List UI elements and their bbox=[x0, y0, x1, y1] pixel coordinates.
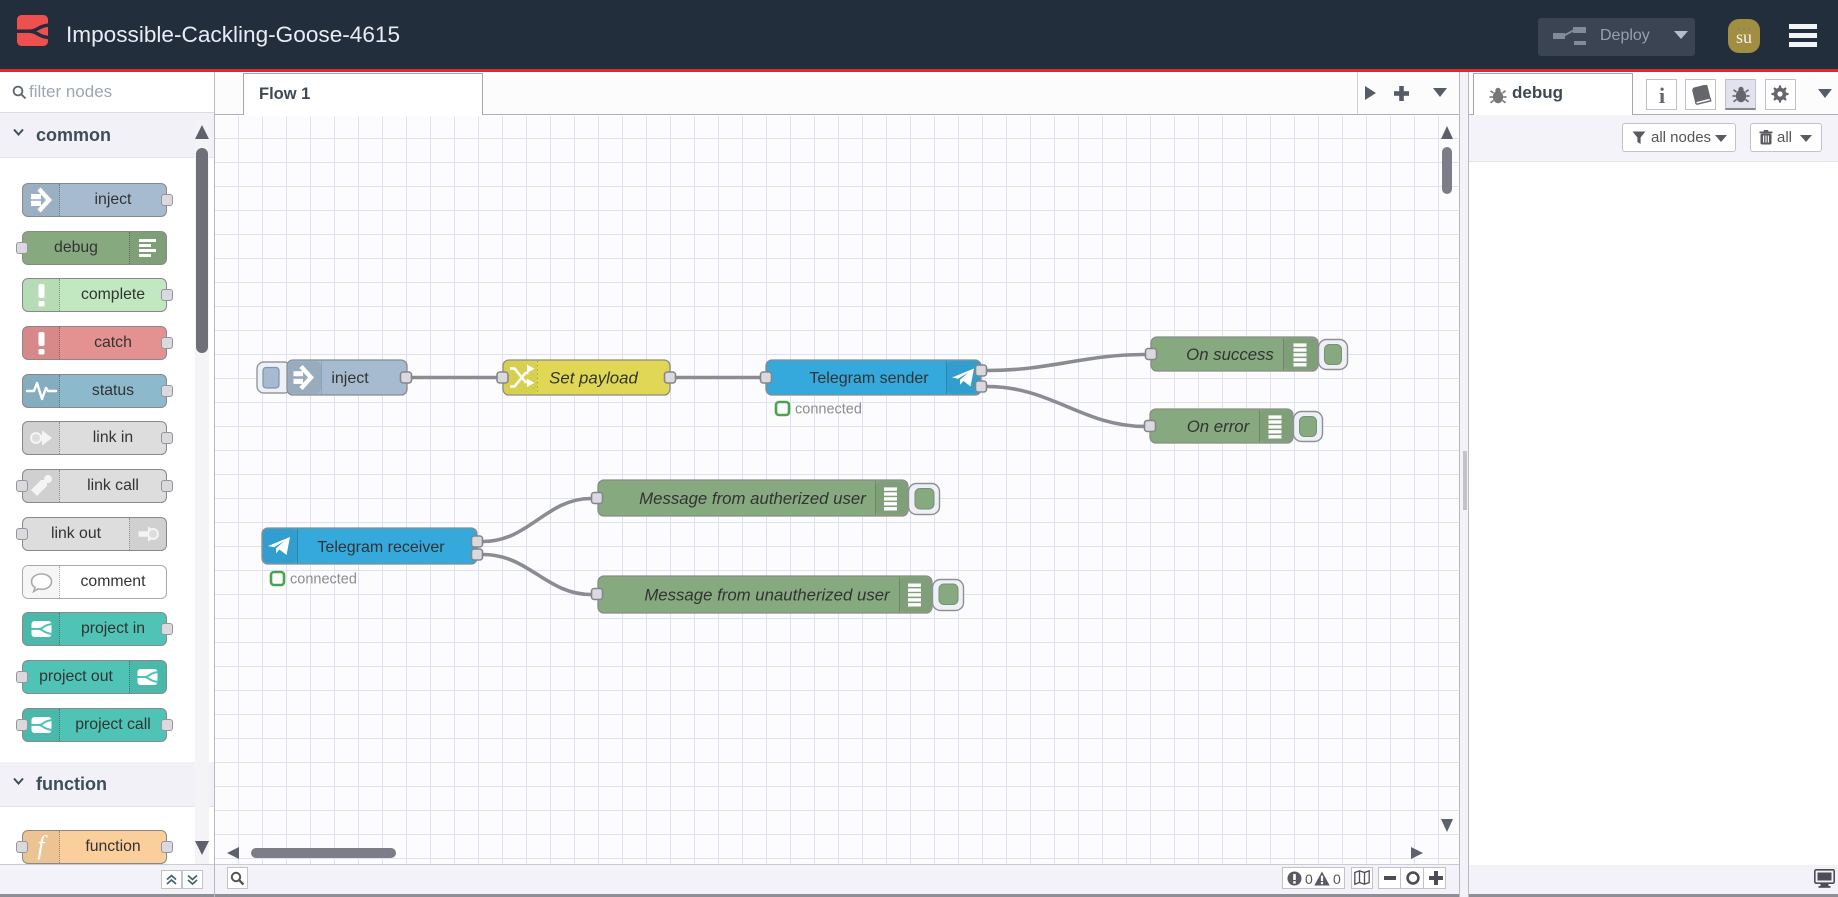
svg-text:Telegram receiver: Telegram receiver bbox=[317, 539, 445, 556]
svg-text:Message from unautherized user: Message from unautherized user bbox=[644, 586, 891, 605]
svg-text:f: f bbox=[37, 831, 48, 860]
svg-text:Message from autherized user: Message from autherized user bbox=[639, 489, 867, 508]
svg-text:On success: On success bbox=[1186, 345, 1274, 364]
svg-text:Set payload: Set payload bbox=[549, 369, 638, 388]
svg-text:inject: inject bbox=[331, 370, 369, 387]
svg-text:connected: connected bbox=[795, 402, 862, 418]
svg-text:On error: On error bbox=[1187, 417, 1251, 436]
svg-text:connected: connected bbox=[290, 572, 357, 588]
svg-text:Telegram sender: Telegram sender bbox=[809, 370, 929, 387]
